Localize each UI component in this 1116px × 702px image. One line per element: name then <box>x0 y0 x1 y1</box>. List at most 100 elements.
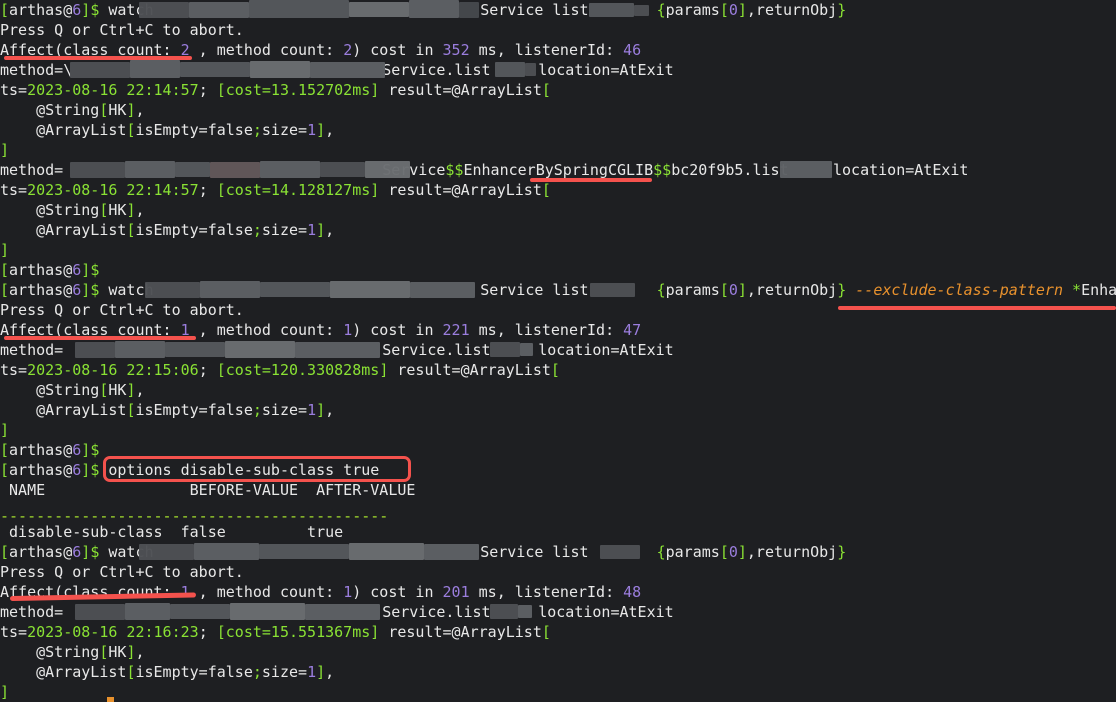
terminal-text-span: $$ <box>653 161 672 179</box>
terminal-text-span: [ <box>0 441 10 459</box>
terminal-text-span: ; <box>198 623 217 641</box>
redaction-block <box>305 604 380 620</box>
terminal-text-span: [ <box>0 461 10 479</box>
terminal-text-span: Press Q or Ctrl+C to abort. <box>0 563 244 581</box>
terminal-text-span: } <box>837 281 847 299</box>
terminal-text-span: ] <box>737 1 747 19</box>
terminal-text-span: 0 <box>728 281 738 299</box>
terminal-text-span: size= <box>261 121 308 139</box>
terminal-line-fragment: Service.list <box>382 340 490 360</box>
terminal-line: Press Q or Ctrl+C to abort. <box>0 20 244 40</box>
terminal-text-span: 201 <box>442 583 470 601</box>
terminal-text-span: location=AtExit <box>529 61 674 79</box>
terminal-text-span: , method count: <box>189 41 344 59</box>
terminal-text-span: --exclude-class-pattern <box>855 281 1063 299</box>
terminal-line: method= <box>0 340 63 360</box>
terminal-text-span: 0 <box>728 1 738 19</box>
terminal-text-span: ) cost in <box>352 321 443 339</box>
terminal-line: ts=2023-08-16 22:16:23; [cost=15.551367m… <box>0 622 551 642</box>
redaction-block <box>139 2 189 18</box>
terminal-line-fragment: Service.list <box>382 602 490 622</box>
terminal-text-span: ms, listenerId: <box>469 41 624 59</box>
terminal-text-span: [ <box>541 81 551 99</box>
terminal-text-span: Service.list <box>382 61 491 79</box>
terminal-text-span: $ <box>90 261 100 279</box>
terminal-text-span: @ArrayList <box>0 221 127 239</box>
terminal-text-span: size= <box>261 663 308 681</box>
terminal-text-span: ms, listenerId: <box>469 321 624 339</box>
terminal-text-span: @String <box>0 643 100 661</box>
terminal-line-fragment: Service list <box>480 0 588 20</box>
terminal-line: ts=2023-08-16 22:14:57; [cost=14.128127m… <box>0 180 551 200</box>
terminal-text-span: 6 <box>72 543 82 561</box>
terminal-line: ts=2023-08-16 22:15:06; [cost=120.330828… <box>0 360 560 380</box>
terminal-text-span: ] <box>0 683 10 701</box>
redaction-block <box>70 162 125 178</box>
terminal-text-span: [ <box>0 261 10 279</box>
redaction-block <box>495 62 525 77</box>
terminal-text-span: @String <box>0 101 100 119</box>
redaction-block <box>260 282 330 297</box>
terminal-text-span: arthas@ <box>9 281 73 299</box>
redaction-block <box>490 604 518 619</box>
redaction-block <box>145 282 200 298</box>
terminal-text-span: @String <box>0 201 100 219</box>
terminal-text-span: arthas@ <box>9 261 73 279</box>
redaction-block <box>189 2 249 18</box>
terminal-text-span: method= <box>0 603 64 621</box>
terminal-text-span: location=AtExit <box>529 341 674 359</box>
terminal-text-span: Service.list <box>382 341 491 359</box>
terminal-text-span: ; <box>252 663 262 681</box>
terminal-text-span: ] <box>737 543 747 561</box>
terminal-text-span: 2023-08-16 22:14:57 <box>27 181 199 199</box>
terminal-text-span: ] <box>370 181 380 199</box>
terminal-text-span: 6 <box>72 261 82 279</box>
terminal-text-span: cost=14.128127ms <box>225 181 371 199</box>
terminal-text-span: { <box>656 281 666 299</box>
terminal-text-span: 1 <box>343 321 353 339</box>
terminal-text-span: ,returnObj <box>746 543 838 561</box>
redaction-block <box>250 61 310 78</box>
underline-exclude-class-pattern <box>838 306 1116 310</box>
terminal-text-span: 221 <box>442 321 470 339</box>
terminal-text-span: { <box>656 543 666 561</box>
terminal-text-span: ) cost in <box>352 41 443 59</box>
terminal-text-span: ] <box>370 623 380 641</box>
terminal-window[interactable]: [arthas@6]$ watch Service list {params[0]… <box>0 0 1116 702</box>
terminal-text-span: @ArrayList <box>0 663 127 681</box>
redaction-block <box>589 3 634 17</box>
redaction-block <box>295 342 380 358</box>
redaction-block <box>320 162 365 177</box>
terminal-text-span: cost=120.330828ms <box>225 361 380 379</box>
terminal-text-span: [ <box>550 361 560 379</box>
terminal-text-span: isEmpty=false <box>135 401 253 419</box>
terminal-text-span: 46 <box>623 41 642 59</box>
terminal-text-span: 1 <box>307 221 317 239</box>
terminal-text-span: ; <box>198 361 217 379</box>
terminal-text-span: , <box>325 663 335 681</box>
redaction-block <box>600 545 640 559</box>
terminal-text-span: ] <box>81 461 91 479</box>
redaction-block <box>259 544 349 559</box>
terminal-text-span: EnhancerBySpringCGLIB <box>463 161 654 179</box>
terminal-text-span: , <box>325 121 335 139</box>
terminal-text-span: 6 <box>72 281 82 299</box>
redaction-block <box>349 543 424 560</box>
terminal-text-span: ts= <box>0 81 28 99</box>
redaction-block <box>520 343 533 356</box>
terminal-text-span: , method count: <box>189 583 344 601</box>
terminal-text-span: location=AtExit <box>833 161 969 179</box>
redaction-block <box>424 544 479 560</box>
redaction-block <box>75 604 125 620</box>
terminal-text-span: 6 <box>72 1 82 19</box>
terminal-text-span: [ <box>216 623 226 641</box>
terminal-text-span: Service list <box>480 1 589 19</box>
terminal-line: [arthas@6]$ watch <box>0 280 163 300</box>
terminal-line: ] <box>0 682 9 702</box>
terminal-line: [arthas@6]$ <box>0 260 99 280</box>
redaction-block <box>349 2 409 17</box>
terminal-text-span: * <box>1072 281 1082 299</box>
redaction-block <box>139 544 194 560</box>
terminal-text-span: $ <box>90 441 100 459</box>
terminal-text-span: isEmpty=false <box>135 221 253 239</box>
